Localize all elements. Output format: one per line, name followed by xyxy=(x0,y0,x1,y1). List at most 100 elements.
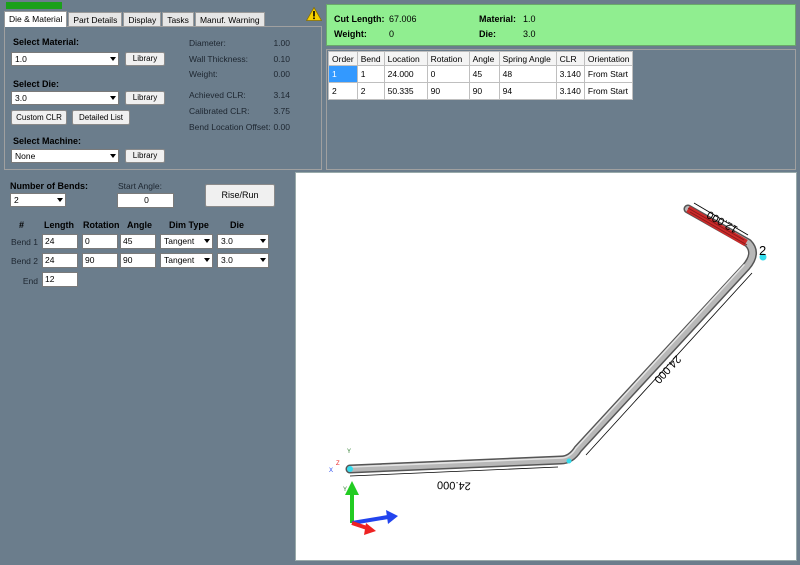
die-select[interactable]: 3.0 xyxy=(11,91,119,105)
bend-location-offset-value: 0.00 xyxy=(273,122,290,132)
dimension-label-1: 24.000 xyxy=(437,478,471,491)
col-number: # xyxy=(19,220,25,230)
die-material-panel: Select Material: 1.0 Library Select Die:… xyxy=(4,26,322,170)
table-cell[interactable]: From Start xyxy=(583,65,634,83)
machine-select[interactable]: None xyxy=(11,149,119,163)
bend-1-rotation-input[interactable]: 0 xyxy=(82,234,118,249)
table-cell[interactable]: 94 xyxy=(498,82,557,100)
weight-summary-value: 0 xyxy=(389,29,395,39)
die-library-button[interactable]: Library xyxy=(125,91,165,105)
bend-table: Order Bend Location Rotation Angle Sprin… xyxy=(328,51,634,100)
calibrated-clr-label: Calibrated CLR: xyxy=(189,106,250,116)
machine-select-value: None xyxy=(15,151,36,161)
bend-1-die-select[interactable]: 3.0 xyxy=(217,234,269,249)
wall-thickness-value: 0.10 xyxy=(273,54,290,64)
tab-display[interactable]: Display xyxy=(123,12,162,27)
bend-1-angle-input[interactable]: 45 xyxy=(120,234,156,249)
chevron-down-icon xyxy=(110,154,116,158)
table-row[interactable]: 2 2 50.335 90 90 94 3.140 From Start xyxy=(328,82,634,100)
material-summary-value: 1.0 xyxy=(523,14,536,24)
gizmo-z-label: Z xyxy=(336,461,340,467)
table-cell[interactable]: 1 xyxy=(356,65,385,83)
rise-run-button[interactable]: Rise/Run xyxy=(205,184,275,207)
achieved-clr-value: 3.14 xyxy=(273,90,290,100)
material-library-button[interactable]: Library xyxy=(125,52,165,66)
chevron-down-icon xyxy=(260,258,266,262)
table-cell[interactable]: 2 xyxy=(328,82,358,100)
bend-1-dim-type-value: Tangent xyxy=(164,236,195,246)
machine-library-button[interactable]: Library xyxy=(125,149,165,163)
tube-3d-view[interactable]: 24.000 24.000 12.000 2 Y X Z Y xyxy=(296,173,798,562)
number-of-bends-select[interactable]: 2 xyxy=(10,193,66,207)
bend-2-length-input[interactable]: 24 xyxy=(42,253,78,268)
custom-clr-button[interactable]: Custom CLR xyxy=(11,110,67,125)
gizmo-y-label: Y xyxy=(347,449,351,455)
chevron-down-icon xyxy=(57,198,63,202)
tab-die-material[interactable]: Die & Material xyxy=(4,11,68,27)
table-cell[interactable]: 90 xyxy=(468,82,500,100)
col-bend[interactable]: Bend xyxy=(356,51,385,66)
diameter-value: 1.00 xyxy=(273,38,290,48)
material-select[interactable]: 1.0 xyxy=(11,52,119,66)
col-rotation-edit: Rotation xyxy=(83,220,120,230)
select-material-label: Select Material: xyxy=(13,37,80,47)
table-header-row: Order Bend Location Rotation Angle Sprin… xyxy=(328,51,634,66)
col-die-edit: Die xyxy=(230,220,245,230)
table-cell[interactable]: 90 xyxy=(426,82,470,100)
chevron-down-icon xyxy=(260,239,266,243)
bend-2-rotation-input[interactable]: 90 xyxy=(82,253,118,268)
col-orientation[interactable]: Orientation xyxy=(583,51,634,66)
col-angle[interactable]: Angle xyxy=(468,51,500,66)
bend-1-die-value: 3.0 xyxy=(221,236,233,246)
chevron-down-icon xyxy=(110,57,116,61)
die-summary-label: Die: xyxy=(479,29,497,39)
start-marker-icon[interactable] xyxy=(347,466,353,472)
chevron-down-icon xyxy=(204,239,210,243)
table-cell[interactable]: 3.140 xyxy=(555,65,585,83)
table-cell[interactable]: 0 xyxy=(426,65,470,83)
col-angle-edit: Angle xyxy=(127,220,153,230)
table-cell[interactable]: 1 xyxy=(328,65,358,83)
tab-part-details[interactable]: Part Details xyxy=(68,12,123,27)
y-axis-arrowhead-icon xyxy=(345,481,359,495)
3d-viewport[interactable]: 24.000 24.000 12.000 2 Y X Z Y xyxy=(295,172,797,561)
table-cell[interactable]: 2 xyxy=(356,82,385,100)
end-length-input[interactable]: 12 xyxy=(42,272,78,287)
col-spring-angle[interactable]: Spring Angle xyxy=(498,51,557,66)
detailed-list-button[interactable]: Detailed List xyxy=(72,110,130,125)
start-angle-input[interactable]: 0 xyxy=(117,193,174,208)
col-clr[interactable]: CLR xyxy=(555,51,585,66)
table-row[interactable]: 1 1 24.000 0 45 48 3.140 From Start xyxy=(328,65,634,83)
z-axis-arrowhead-icon xyxy=(364,523,376,535)
achieved-clr-label: Achieved CLR: xyxy=(189,90,246,100)
warning-icon[interactable] xyxy=(306,7,322,21)
bend-2-die-select[interactable]: 3.0 xyxy=(217,253,269,268)
bend-2-die-value: 3.0 xyxy=(221,255,233,265)
cut-length-value: 67.006 xyxy=(389,14,417,24)
progress-strip xyxy=(6,2,62,9)
bend-2-angle-input[interactable]: 90 xyxy=(120,253,156,268)
weight-label: Weight: xyxy=(189,69,218,79)
number-of-bends-label: Number of Bends: xyxy=(10,181,89,191)
table-cell[interactable]: 50.335 xyxy=(383,82,428,100)
bend-1-length-input[interactable]: 24 xyxy=(42,234,78,249)
bend-1-label: Bend 1 xyxy=(11,237,38,247)
chevron-down-icon xyxy=(204,258,210,262)
table-cell[interactable]: 24.000 xyxy=(383,65,428,83)
table-cell[interactable]: 3.140 xyxy=(555,82,585,100)
col-order[interactable]: Order xyxy=(328,51,358,66)
bend-1-dim-type-select[interactable]: Tangent xyxy=(160,234,213,249)
table-cell[interactable]: From Start xyxy=(583,82,634,100)
col-location[interactable]: Location xyxy=(383,51,428,66)
bend-2-dim-type-select[interactable]: Tangent xyxy=(160,253,213,268)
tab-tasks[interactable]: Tasks xyxy=(162,12,194,27)
bend-1-marker-icon[interactable] xyxy=(566,458,572,464)
tab-manuf-warning[interactable]: Manuf. Warning xyxy=(194,12,265,27)
calibrated-clr-value: 3.75 xyxy=(273,106,290,116)
tube-highlight xyxy=(349,264,745,468)
table-cell[interactable]: 48 xyxy=(498,65,557,83)
weight-summary-label: Weight: xyxy=(334,29,367,39)
table-cell[interactable]: 45 xyxy=(468,65,500,83)
wall-thickness-label: Wall Thickness: xyxy=(189,54,249,64)
col-rotation[interactable]: Rotation xyxy=(426,51,470,66)
